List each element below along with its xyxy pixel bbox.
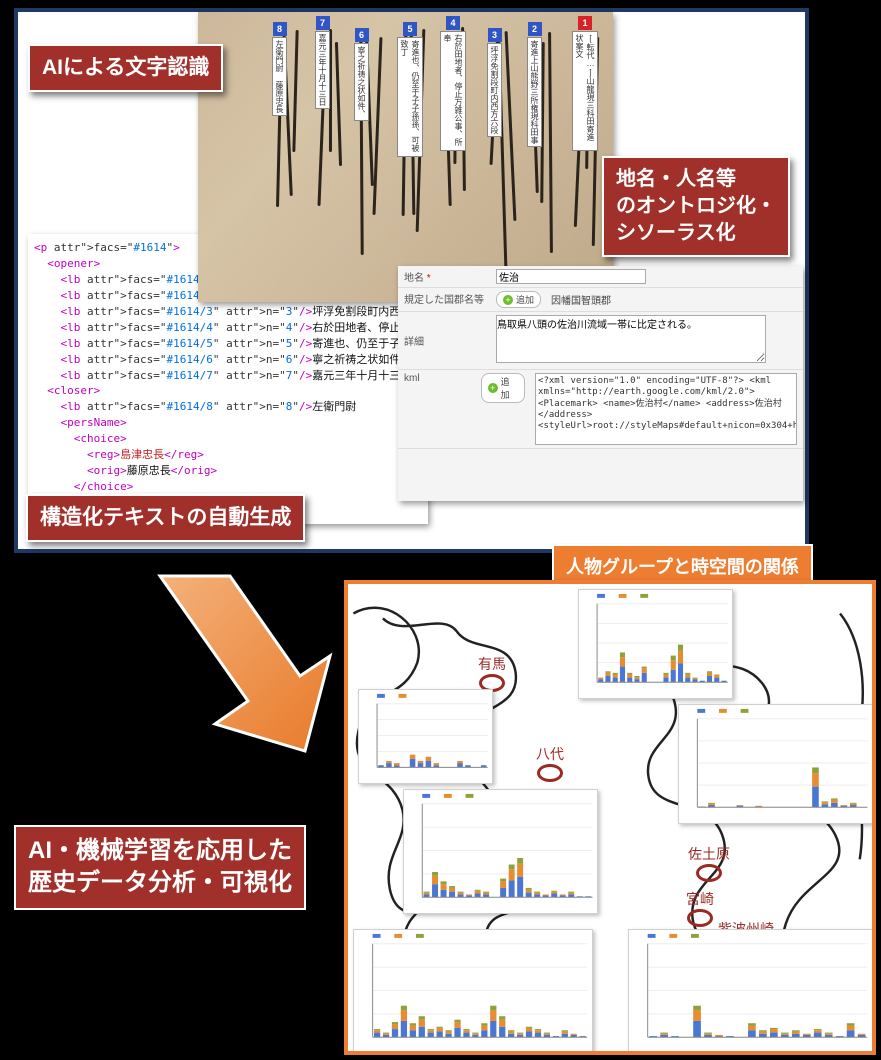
place-佐土原: 佐土原 — [688, 844, 730, 882]
map-panel: 有馬隈本八代佐土原宮崎紫波州崎鹿児島 — [344, 580, 876, 1055]
form-kml-box[interactable]: <?xml version="1.0" encoding="UTF-8"?> <… — [535, 373, 797, 445]
ontology-form: 地名 * 規定した国郡名等 追加 因幡国智頭郡 詳細 kml 追加 <?xml … — [398, 266, 803, 501]
place-八代: 八代 — [536, 744, 564, 782]
manuscript-marker-8[interactable]: 8左衛門尉 藤原忠長 — [272, 22, 287, 116]
label-ontology: 地名・人名等のオントロジ化・シソーラス化 — [602, 156, 790, 257]
form-details-label: 詳細 — [404, 333, 496, 348]
mini-chart-c2 — [358, 689, 493, 784]
form-details-textarea[interactable] — [496, 315, 766, 363]
manuscript-marker-2[interactable]: 2寄進上山熊野三所権現科田事 — [527, 22, 542, 147]
add-button-2[interactable]: 追加 — [481, 373, 525, 403]
label-ml-analysis: AI・機械学習を応用した歴史データ分析・可視化 — [14, 825, 306, 910]
mini-chart-c4 — [678, 704, 873, 824]
label-structured-text: 構造化テキストの自動生成 — [26, 494, 305, 542]
place-有馬: 有馬 — [478, 654, 506, 692]
manuscript-image: 1[転代…]山龍現三科田寄進状案文 2寄進上山熊野三所権現科田事 3坪浮免割段町内西… — [198, 12, 613, 302]
big-arrow-icon — [130, 566, 350, 756]
mini-chart-c5 — [353, 929, 593, 1054]
label-ai-ocr: AIによる文字認識 — [28, 44, 223, 92]
add-button-1[interactable]: 追加 — [496, 291, 541, 308]
form-stipulated-value: 因幡国智頭郡 — [551, 292, 611, 307]
form-place-input[interactable] — [496, 269, 646, 284]
form-kml-label: kml — [404, 373, 481, 384]
mini-chart-c1 — [578, 589, 733, 699]
place-宮崎: 宮崎 — [686, 889, 714, 927]
mini-chart-c3 — [403, 789, 598, 914]
manuscript-marker-3[interactable]: 3坪浮免割段町内西方六段 — [487, 28, 502, 137]
mini-chart-c6 — [628, 929, 873, 1054]
manuscript-marker-4[interactable]: 4右於田地者、停止万雑公事、所奉 — [440, 16, 466, 151]
manuscript-marker-7[interactable]: 7嘉元三年十月十三日 — [315, 16, 330, 109]
manuscript-marker-6[interactable]: 6寧之祈祷之状如件、 — [354, 28, 369, 121]
form-place-label: 地名 — [404, 273, 424, 284]
manuscript-marker-5[interactable]: 5寄進也、仍至于子子孫孫、可被致丁 — [397, 22, 423, 157]
form-stipulated-label: 規定した国郡名等 — [404, 291, 496, 306]
manuscript-marker-1[interactable]: 1[転代…]山龍現三科田寄進状案文 — [572, 16, 598, 151]
